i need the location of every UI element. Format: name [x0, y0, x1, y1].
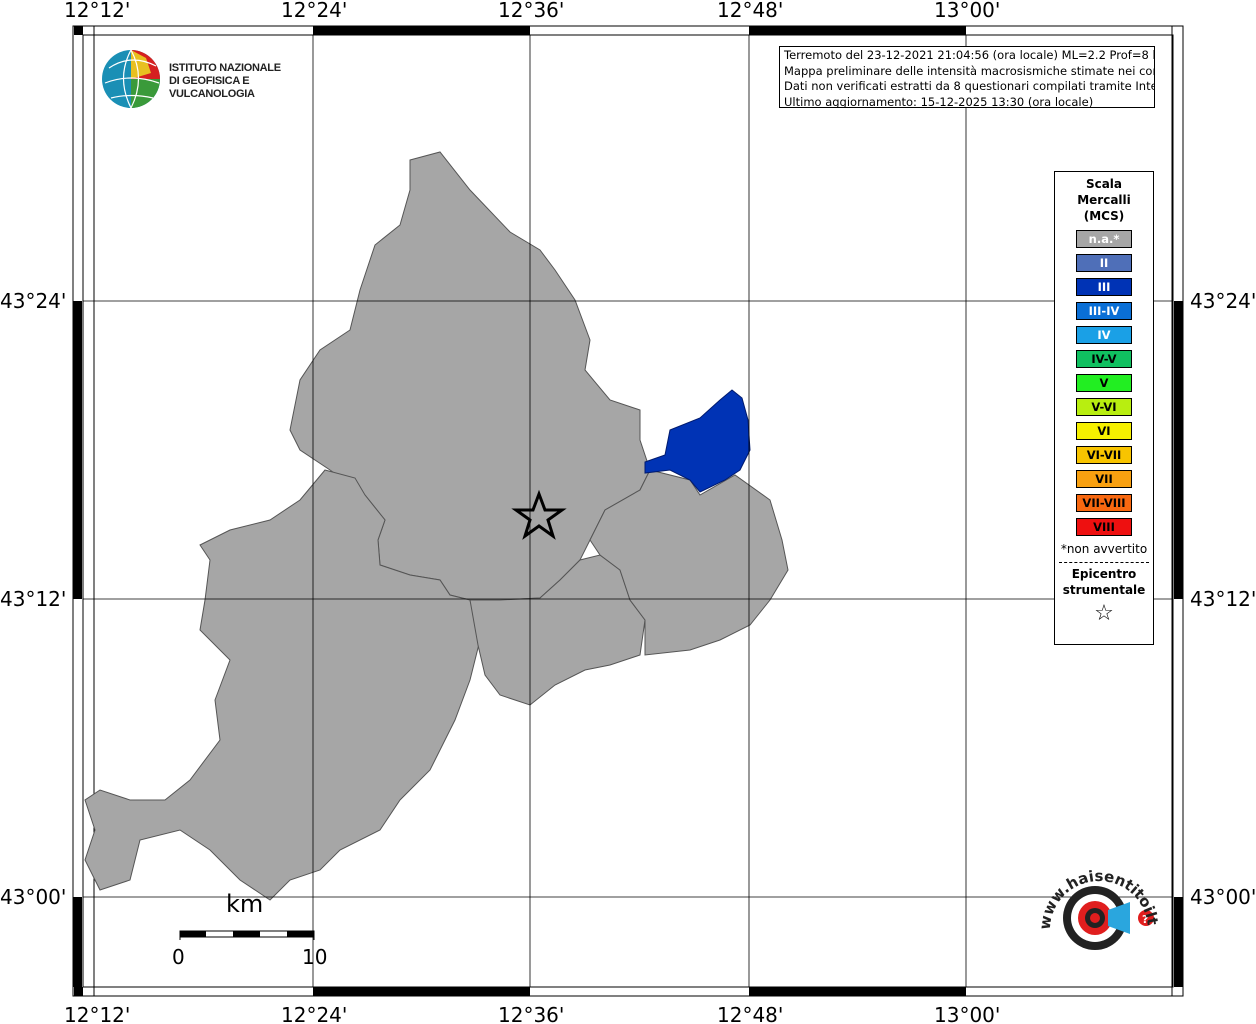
haisentito-logo: ? www.haisentitoilterremoto.it [1022, 846, 1162, 980]
legend-items: n.a.* II III III-IV IV IV-V V V-VI VI VI-VII VII VI… [1055, 230, 1153, 536]
legend-item: VIII [1076, 518, 1132, 536]
legend-title-line1: Scala [1085, 177, 1123, 191]
haisentito-logo-icon: ? www.haisentitoilterremoto.it [1022, 846, 1162, 950]
lat-label: 43°12' [1190, 587, 1256, 611]
ingv-logo: ISTITUTO NAZIONALE DI GEOFISICA E VULCAN… [101, 48, 321, 110]
lat-label: 43°24' [0, 289, 66, 313]
lon-label: 13°00' [934, 0, 1000, 22]
lon-label: 12°24' [281, 0, 347, 22]
legend-item: VI-VII [1076, 446, 1132, 464]
legend-item: n.a.* [1076, 230, 1132, 248]
lat-label: 43°12' [0, 587, 66, 611]
lon-label: 12°48' [717, 0, 783, 22]
legend-title-line3: (MCS) [1083, 209, 1125, 223]
globe-icon [102, 49, 160, 109]
lon-labels-bottom: 12°12' 12°24' 12°36' 12°48' 13°00' [64, 1003, 1000, 1024]
lon-label: 12°12' [64, 1003, 130, 1024]
lat-labels-right: 43°24' 43°12' 43°00' [1190, 289, 1256, 909]
legend-separator [1059, 562, 1149, 563]
legend-item: III-IV [1076, 302, 1132, 320]
legend-epicenter-line2: strumentale [1062, 583, 1146, 597]
scale-unit: km [226, 890, 264, 918]
legend-epicenter-label: Epicentro strumentale [1055, 566, 1153, 598]
legend-item: VI [1076, 422, 1132, 440]
legend-title: Scala Mercalli (MCS) [1055, 176, 1153, 224]
event-info-line3: Dati non verificati estratti da 8 questi… [784, 79, 1155, 93]
legend-note: *non avvertito [1060, 542, 1148, 556]
event-info-box: Terremoto del 23-12-2021 21:04:56 (ora l… [779, 46, 1155, 108]
legend-item: V-VI [1076, 398, 1132, 416]
epicenter-star-icon: ☆ [1094, 601, 1114, 626]
lon-label: 12°24' [281, 1003, 347, 1024]
scale-start: 0 [172, 945, 185, 969]
scale-end: 10 [302, 945, 328, 969]
legend-epicenter-line1: Epicentro [1071, 567, 1137, 581]
lat-label: 43°00' [1190, 885, 1256, 909]
legend-item: IV-V [1076, 350, 1132, 368]
lon-labels-top: 12°12' 12°24' 12°36' 12°48' 13°00' [64, 0, 1000, 22]
legend-item: IV [1076, 326, 1132, 344]
event-info-line1: Terremoto del 23-12-2021 21:04:56 (ora l… [784, 48, 1155, 62]
legend-item: V [1076, 374, 1132, 392]
ingv-name-line2: DI GEOFISICA E VULCANOLOGIA [169, 75, 255, 100]
ingv-name-line1: ISTITUTO NAZIONALE [169, 62, 281, 74]
lat-label: 43°24' [1190, 289, 1256, 313]
mcs-legend: Scala Mercalli (MCS) n.a.* II III III-IV IV I… [1054, 171, 1154, 645]
legend-item: III [1076, 278, 1132, 296]
legend-item: VII [1076, 470, 1132, 488]
lon-label: 13°00' [934, 1003, 1000, 1024]
legend-item: II [1076, 254, 1132, 272]
lon-label: 12°12' [64, 0, 130, 22]
lon-label: 12°36' [498, 0, 564, 22]
lon-label: 12°48' [717, 1003, 783, 1024]
ingv-name: ISTITUTO NAZIONALE DI GEOFISICA E VULCAN… [169, 62, 321, 101]
event-info-line2: Mappa preliminare delle intensità macros… [784, 63, 1155, 78]
legend-item: VII-VIII [1076, 494, 1132, 512]
legend-title-line2: Mercalli [1077, 193, 1131, 207]
event-info-line4: Ultimo aggiornamento: 15-12-2025 13:30 (… [784, 94, 1094, 108]
lon-label: 12°36' [498, 1003, 564, 1024]
lat-labels-left: 43°24' 43°12' 43°00' [0, 289, 66, 909]
lat-label: 43°00' [0, 885, 66, 909]
